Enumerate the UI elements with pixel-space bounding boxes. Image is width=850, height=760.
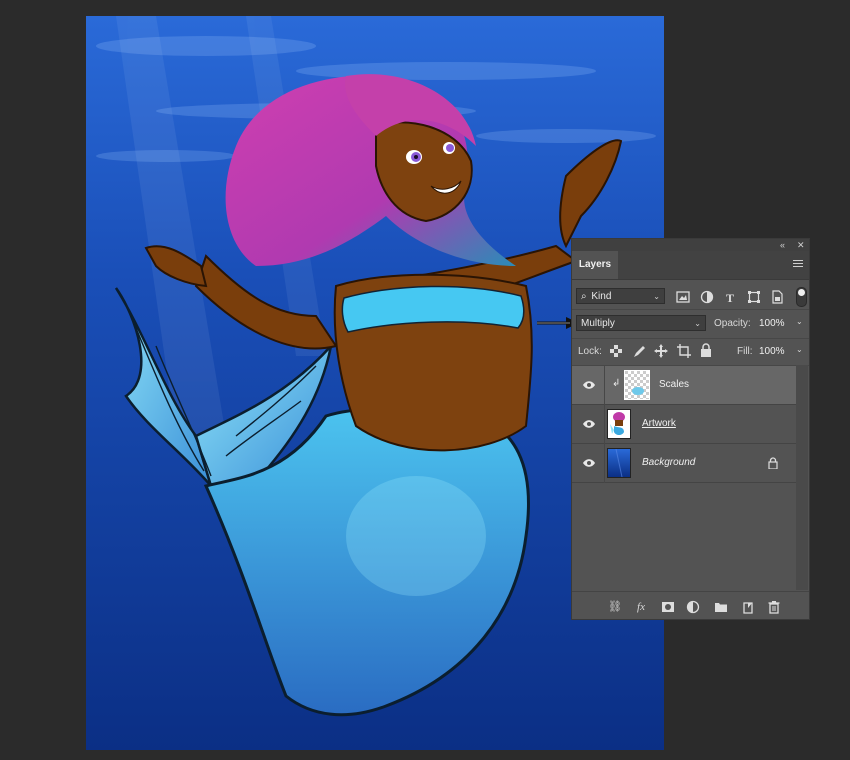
blend-mode-dropdown[interactable]: Multiply ⌄ [576, 315, 706, 331]
svg-text:T: T [726, 291, 734, 304]
chevron-down-icon[interactable]: ⌄ [796, 317, 803, 326]
filter-toggle-icon[interactable] [796, 287, 807, 307]
opacity-label: Opacity: [714, 318, 751, 329]
filter-kind-label: Kind [591, 291, 612, 302]
double-chevron-left-icon[interactable]: « [780, 239, 785, 251]
hamburger-menu-icon[interactable] [793, 260, 803, 269]
lock-all-icon[interactable] [700, 343, 712, 357]
layer-name-scales[interactable]: Scales [659, 379, 689, 390]
fx-icon[interactable]: fx [634, 600, 648, 614]
filter-kind-dropdown[interactable]: ⌕ Kind ⌄ [576, 288, 665, 304]
smart-object-filter-icon[interactable] [770, 290, 784, 304]
fill-label: Fill: [737, 346, 753, 357]
type-filter-icon[interactable]: T [724, 290, 738, 304]
search-icon: ⌕ [581, 291, 587, 302]
new-layer-icon[interactable] [741, 600, 755, 614]
lock-transparent-pixels-icon[interactable] [610, 345, 622, 357]
layer-thumbnail-artwork[interactable] [607, 409, 631, 439]
trash-icon[interactable] [767, 600, 781, 614]
lock-artboard-icon[interactable] [677, 344, 691, 358]
layer-row-artwork[interactable]: Artwork [572, 405, 796, 444]
adjustment-layer-icon[interactable] [686, 600, 700, 614]
image-filter-icon[interactable] [676, 290, 690, 304]
panel-titlebar[interactable]: « ✕ [572, 239, 809, 251]
opacity-value[interactable]: 100% [759, 318, 785, 329]
layer-lock-icon[interactable] [768, 457, 778, 469]
layer-row-background[interactable]: Background [572, 444, 796, 483]
link-layers-icon[interactable]: ⛓ [608, 600, 622, 614]
shape-filter-icon[interactable] [747, 290, 761, 304]
layers-scrollbar[interactable] [796, 365, 808, 590]
layers-panel: « ✕ Layers ⌕ Kind ⌄ T Multiply ⌄ Opacity… [571, 238, 810, 620]
eye-visibility-icon[interactable] [582, 458, 596, 468]
panel-tab-row: Layers [572, 251, 809, 280]
panel-footer: ⛓ fx [572, 591, 809, 620]
layer-name-background[interactable]: Background [642, 457, 695, 468]
lock-image-pixels-icon[interactable] [632, 344, 646, 358]
adjustment-filter-icon[interactable] [700, 290, 714, 304]
chevron-down-icon[interactable]: ⌄ [796, 345, 803, 354]
new-group-folder-icon[interactable] [714, 600, 728, 614]
layer-row-scales[interactable]: ↲ Scales [572, 366, 796, 405]
eye-visibility-icon[interactable] [582, 419, 596, 429]
clipping-mask-arrow-icon: ↲ [612, 378, 621, 389]
lock-position-icon[interactable] [654, 344, 668, 358]
blend-mode-value: Multiply [581, 318, 615, 329]
chevron-down-icon: ⌄ [653, 292, 660, 301]
chevron-down-icon: ⌄ [694, 319, 701, 328]
add-mask-icon[interactable] [661, 600, 675, 614]
eye-visibility-icon[interactable] [582, 380, 596, 390]
close-icon[interactable]: ✕ [797, 239, 805, 251]
lock-label: Lock: [578, 346, 602, 357]
fill-value[interactable]: 100% [759, 346, 785, 357]
tab-layers[interactable]: Layers [572, 251, 618, 279]
layer-thumbnail-background[interactable] [607, 448, 631, 478]
layer-name-artwork[interactable]: Artwork [642, 418, 676, 429]
layer-thumbnail-scales[interactable] [624, 370, 650, 400]
